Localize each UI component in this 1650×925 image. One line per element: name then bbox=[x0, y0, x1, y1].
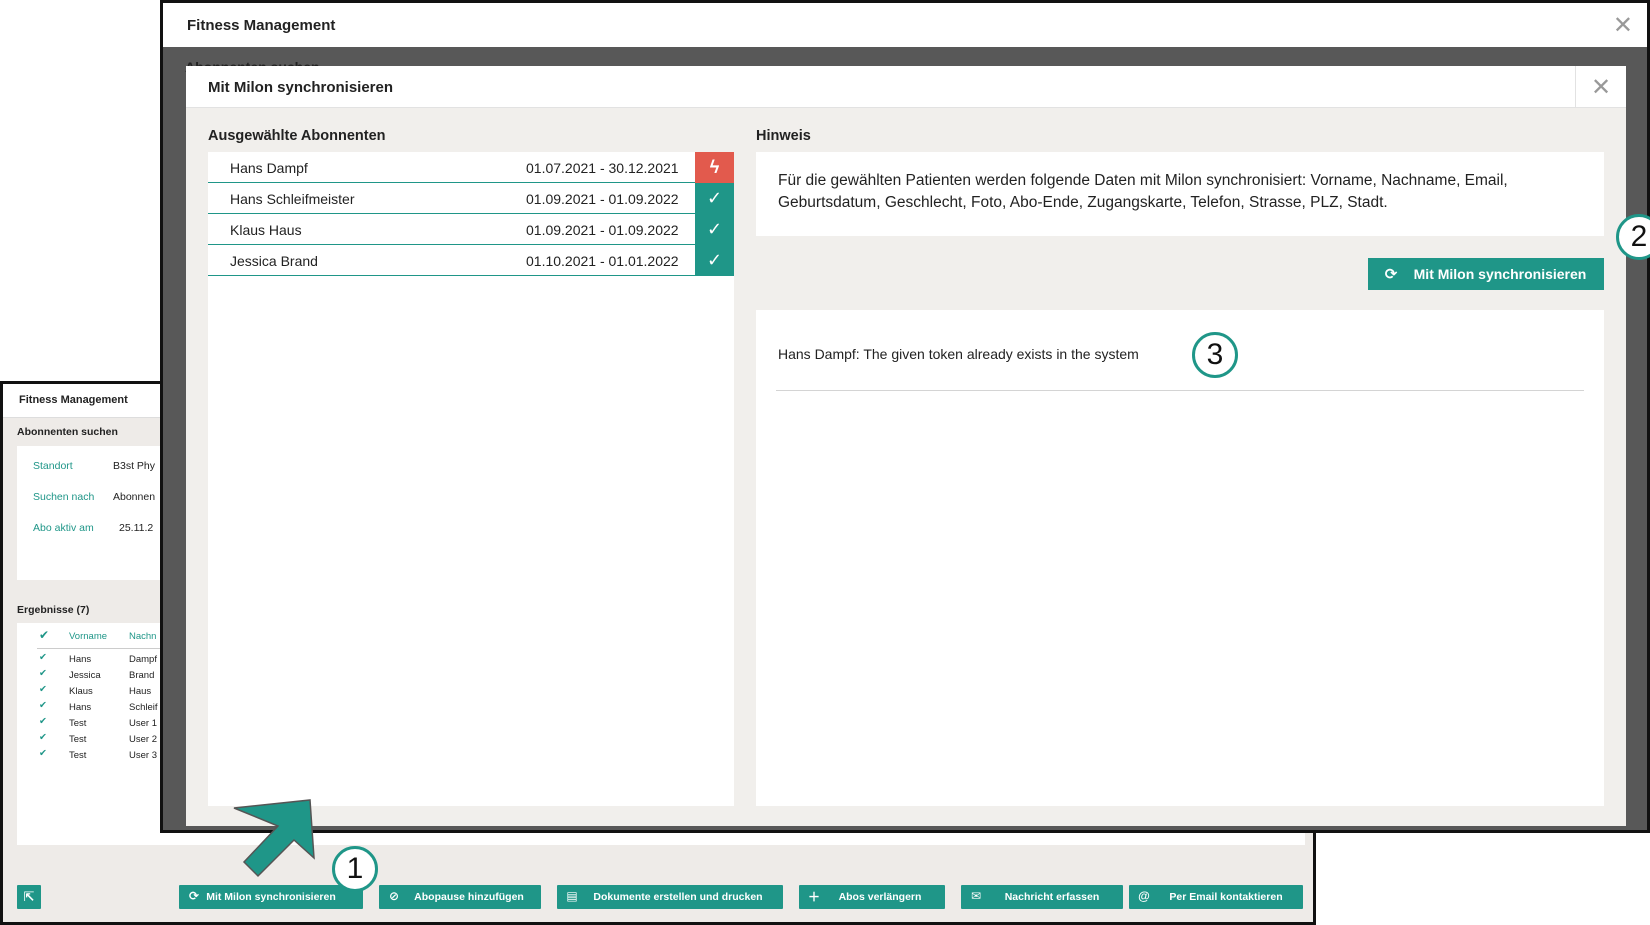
at-icon: @ bbox=[1138, 889, 1150, 903]
extend-subscriptions-button[interactable]: ＋ Abos verlängern bbox=[799, 885, 945, 909]
row-checkbox: ✔ bbox=[39, 748, 47, 759]
bottom-sync-button[interactable]: ⟳ Mit Milon synchronisieren bbox=[179, 885, 363, 909]
add-pause-button[interactable]: ⊘ Abopause hinzufügen bbox=[379, 885, 541, 909]
row-checkbox: ✔ bbox=[39, 668, 47, 679]
hint-box: Für die gewählten Patienten werden folge… bbox=[756, 152, 1604, 236]
field-value-abo-aktiv-am[interactable]: 25.11.2 bbox=[119, 522, 153, 534]
search-section-heading: Abonnenten suchen bbox=[17, 426, 118, 438]
results-heading: Ergebnisse (7) bbox=[17, 604, 90, 616]
sync-button[interactable]: ⟳ Mit Milon synchronisieren bbox=[1368, 258, 1604, 290]
export-button[interactable]: ⇱ bbox=[17, 885, 41, 909]
subscriber-name: Hans Schleifmeister bbox=[230, 191, 355, 207]
row-checkbox: ✔ bbox=[39, 684, 47, 695]
annotation-badge-3: 3 bbox=[1192, 332, 1238, 378]
field-label-suchen-nach: Suchen nach bbox=[33, 491, 95, 503]
table-row[interactable]: ✔ Test User 2 bbox=[17, 731, 167, 747]
sync-modal: Mit Milon synchronisieren ✕ Ausgewählte … bbox=[186, 66, 1626, 826]
table-row[interactable]: ✔ Test User 3 bbox=[17, 747, 167, 763]
sync-icon: ⟳ bbox=[188, 889, 200, 903]
annotation-arrow-icon bbox=[233, 799, 315, 878]
main-window-close-icon[interactable]: ✕ bbox=[1613, 11, 1633, 40]
field-value-suchen-nach[interactable]: Abonnen bbox=[113, 491, 155, 503]
subscriber-name: Klaus Haus bbox=[230, 222, 302, 238]
hint-text: Für die gewählten Patienten werden folge… bbox=[778, 172, 1508, 211]
row-checkbox: ✔ bbox=[39, 732, 47, 743]
row-checkbox: ✔ bbox=[39, 700, 47, 711]
main-window-titlebar: Fitness Management ✕ bbox=[163, 3, 1647, 47]
printer-icon: ▤ bbox=[566, 889, 578, 903]
pause-icon: ⊘ bbox=[388, 889, 400, 903]
select-all-checkbox[interactable]: ✔ bbox=[39, 629, 51, 641]
subscriber-list: Hans Dampf 01.07.2021 - 30.12.2021 ϟ Han… bbox=[208, 152, 734, 806]
subscriber-period: 01.07.2021 - 30.12.2021 bbox=[526, 160, 679, 176]
field-value-standort[interactable]: B3st Phy bbox=[113, 460, 155, 472]
background-window-title: Fitness Management bbox=[19, 394, 128, 406]
plus-icon: ＋ bbox=[807, 889, 820, 904]
print-documents-button[interactable]: ▤ Dokumente erstellen und drucken bbox=[557, 885, 783, 909]
log-divider bbox=[776, 390, 1584, 391]
field-label-standort: Standort bbox=[33, 460, 73, 472]
table-row[interactable]: ✔ Test User 1 bbox=[17, 715, 167, 731]
hint-heading: Hinweis bbox=[756, 128, 811, 144]
subscriber-name: Hans Dampf bbox=[230, 160, 308, 176]
checkmark-icon: ✓ bbox=[695, 214, 734, 245]
modal-title: Mit Milon synchronisieren bbox=[208, 79, 394, 96]
envelope-icon: ✉ bbox=[970, 889, 982, 903]
modal-close-button[interactable]: ✕ bbox=[1575, 66, 1626, 108]
field-label-abo-aktiv-am: Abo aktiv am bbox=[33, 522, 94, 534]
column-header-nachname[interactable]: Nachn bbox=[129, 631, 156, 642]
sync-log: Hans Dampf: The given token already exis… bbox=[756, 310, 1604, 806]
subscriber-row[interactable]: Jessica Brand 01.10.2021 - 01.01.2022 ✓ bbox=[208, 245, 734, 276]
table-row[interactable]: ✔ Klaus Haus bbox=[17, 683, 167, 699]
compose-message-button[interactable]: ✉ Nachricht erfassen bbox=[961, 885, 1123, 909]
selected-subscribers-heading: Ausgewählte Abonnenten bbox=[208, 128, 386, 144]
subscriber-row[interactable]: Hans Schleifmeister 01.09.2021 - 01.09.2… bbox=[208, 183, 734, 214]
row-checkbox: ✔ bbox=[39, 652, 47, 663]
sync-icon: ⟳ bbox=[1384, 266, 1398, 283]
checkmark-icon: ✓ bbox=[695, 245, 734, 276]
row-checkbox: ✔ bbox=[39, 716, 47, 727]
export-icon: ⇱ bbox=[23, 889, 35, 904]
sync-button-label: Mit Milon synchronisieren bbox=[1413, 266, 1587, 282]
subscriber-name: Jessica Brand bbox=[230, 253, 318, 269]
subscriber-period: 01.09.2021 - 01.09.2022 bbox=[526, 191, 679, 207]
search-panel: Standort B3st Phy Suchen nach Abonnen Ab… bbox=[17, 446, 167, 580]
subscriber-period: 01.09.2021 - 01.09.2022 bbox=[526, 222, 679, 238]
subscriber-row[interactable]: Klaus Haus 01.09.2021 - 01.09.2022 ✓ bbox=[208, 214, 734, 245]
subscriber-period: 01.10.2021 - 01.01.2022 bbox=[526, 253, 679, 269]
subscriber-row[interactable]: Hans Dampf 01.07.2021 - 30.12.2021 ϟ bbox=[208, 152, 734, 183]
close-icon: ✕ bbox=[1590, 73, 1612, 101]
table-row[interactable]: ✔ Hans Dampf bbox=[17, 651, 167, 667]
error-bolt-icon: ϟ bbox=[695, 152, 734, 183]
modal-titlebar: Mit Milon synchronisieren ✕ bbox=[186, 66, 1626, 108]
table-row[interactable]: ✔ Hans Schleif bbox=[17, 699, 167, 715]
column-header-vorname[interactable]: Vorname bbox=[69, 631, 107, 642]
log-message: Hans Dampf: The given token already exis… bbox=[778, 346, 1139, 362]
checkmark-icon: ✓ bbox=[695, 183, 734, 214]
header-divider bbox=[37, 648, 167, 649]
main-window-title: Fitness Management bbox=[187, 17, 336, 34]
table-row[interactable]: ✔ Jessica Brand bbox=[17, 667, 167, 683]
email-contact-button[interactable]: @ Per Email kontaktieren bbox=[1129, 885, 1303, 909]
annotation-badge-1: 1 bbox=[332, 846, 378, 892]
